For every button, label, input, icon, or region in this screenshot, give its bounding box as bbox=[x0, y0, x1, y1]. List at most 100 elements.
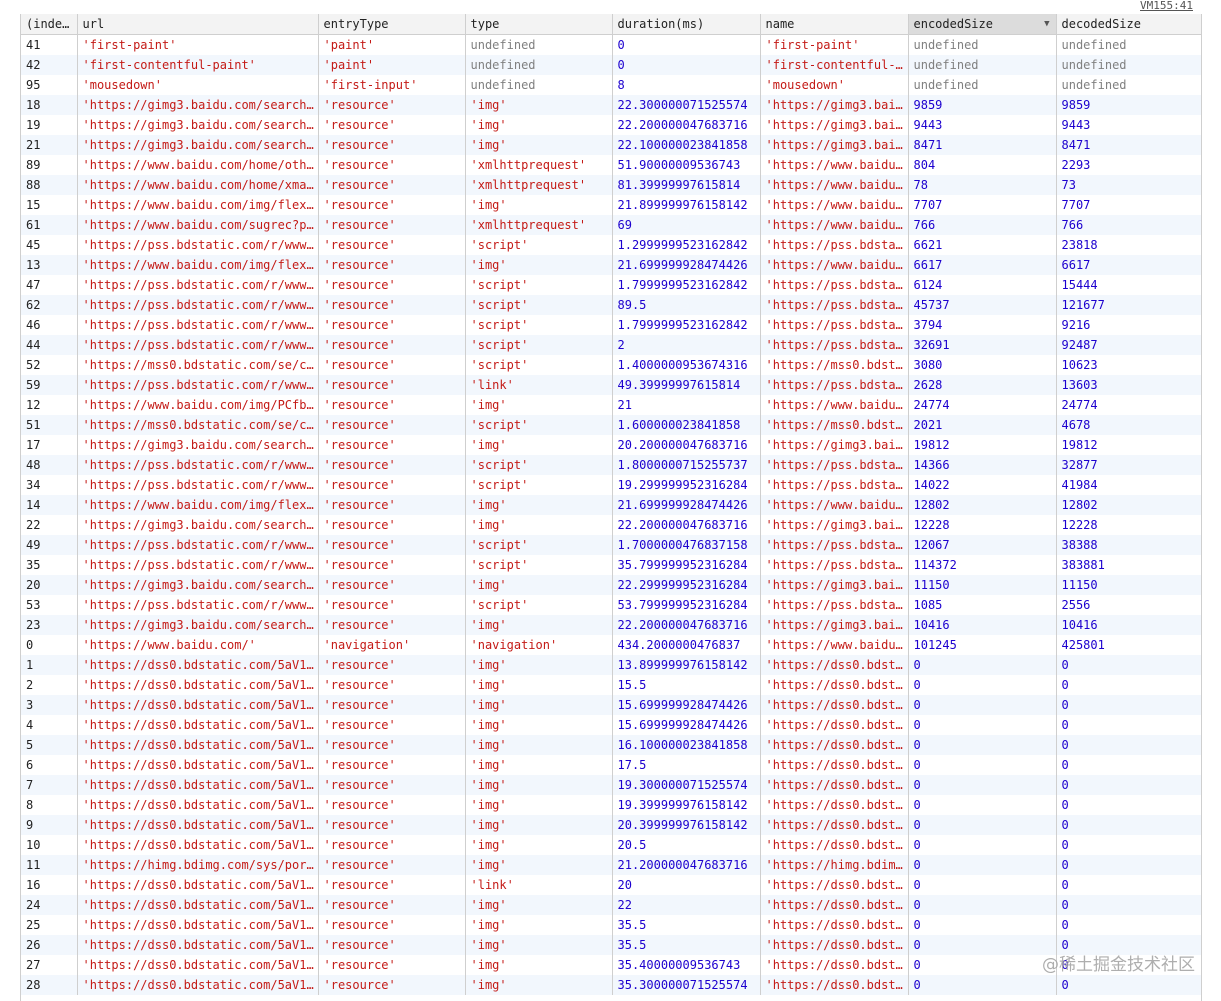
table-row[interactable]: 24'https://dss0.bdstatic.com/5aV1…'resou… bbox=[21, 895, 1201, 915]
cell-url: 'https://www.baidu.com/img/flex… bbox=[77, 255, 319, 275]
cell-index: 46 bbox=[21, 315, 78, 335]
cell-encodedsize: 101245 bbox=[908, 635, 1057, 655]
source-link[interactable]: VM155:41 bbox=[1140, 0, 1193, 12]
table-row[interactable]: 49'https://pss.bdstatic.com/r/www…'resou… bbox=[21, 535, 1201, 555]
table-row[interactable]: 89'https://www.baidu.com/home/oth…'resou… bbox=[21, 155, 1201, 175]
column-header-decodedsize[interactable]: decodedSize bbox=[1056, 14, 1201, 35]
table-row[interactable]: 46'https://pss.bdstatic.com/r/www…'resou… bbox=[21, 315, 1201, 335]
table-row[interactable]: 88'https://www.baidu.com/home/xma…'resou… bbox=[21, 175, 1201, 195]
cell-duration: 35.5 bbox=[612, 915, 761, 935]
cell-type: 'link' bbox=[465, 875, 613, 895]
cell-type: 'script' bbox=[465, 455, 613, 475]
cell-url: 'https://pss.bdstatic.com/r/www… bbox=[77, 275, 319, 295]
column-header-entrytype[interactable]: entryType bbox=[318, 14, 466, 35]
table-row[interactable]: 23'https://gimg3.baidu.com/search…'resou… bbox=[21, 615, 1201, 635]
table-row[interactable]: 22'https://gimg3.baidu.com/search…'resou… bbox=[21, 515, 1201, 535]
cell-entrytype: 'resource' bbox=[318, 675, 466, 695]
table-row[interactable]: 45'https://pss.bdstatic.com/r/www…'resou… bbox=[21, 235, 1201, 255]
cell-encodedsize: 0 bbox=[908, 755, 1057, 775]
cell-name: 'https://gimg3.bai… bbox=[760, 95, 909, 115]
cell-type: 'script' bbox=[465, 335, 613, 355]
cell-entrytype: 'resource' bbox=[318, 695, 466, 715]
cell-entrytype: 'navigation' bbox=[318, 635, 466, 655]
column-header-name[interactable]: name bbox=[760, 14, 909, 35]
table-row[interactable]: 14'https://www.baidu.com/img/flex…'resou… bbox=[21, 495, 1201, 515]
cell-name: 'https://dss0.bdst… bbox=[760, 875, 909, 895]
table-row[interactable]: 10'https://dss0.bdstatic.com/5aV1…'resou… bbox=[21, 835, 1201, 855]
table-row[interactable]: 42'first-contentful-paint''paint' undefin… bbox=[21, 55, 1201, 75]
cell-name: 'https://dss0.bdst… bbox=[760, 735, 909, 755]
table-row[interactable]: 59'https://pss.bdstatic.com/r/www…'resou… bbox=[21, 375, 1201, 395]
cell-entrytype: 'resource' bbox=[318, 915, 466, 935]
column-header-duration[interactable]: duration(ms) bbox=[612, 14, 761, 35]
cell-decodedsize: 13603 bbox=[1056, 375, 1201, 395]
table-row[interactable]: 44'https://pss.bdstatic.com/r/www…'resou… bbox=[21, 335, 1201, 355]
table-row[interactable]: 41'first-paint''paint' undefined 0'first-p… bbox=[21, 34, 1201, 55]
table-row[interactable]: 51'https://mss0.bdstatic.com/se/c…'resou… bbox=[21, 415, 1201, 435]
table-row[interactable]: 48'https://pss.bdstatic.com/r/www…'resou… bbox=[21, 455, 1201, 475]
table-row[interactable]: 8'https://dss0.bdstatic.com/5aV1…'resour… bbox=[21, 795, 1201, 815]
cell-type: 'img' bbox=[465, 195, 613, 215]
table-row[interactable]: 6'https://dss0.bdstatic.com/5aV1…'resour… bbox=[21, 755, 1201, 775]
table-row[interactable]: 52'https://mss0.bdstatic.com/se/c…'resou… bbox=[21, 355, 1201, 375]
cell-name: 'https://dss0.bdst… bbox=[760, 815, 909, 835]
table-row[interactable]: 13'https://www.baidu.com/img/flex…'resou… bbox=[21, 255, 1201, 275]
table-row[interactable]: 4'https://dss0.bdstatic.com/5aV1…'resour… bbox=[21, 715, 1201, 735]
table-row[interactable]: 34'https://pss.bdstatic.com/r/www…'resou… bbox=[21, 475, 1201, 495]
cell-entrytype: 'resource' bbox=[318, 535, 466, 555]
cell-entrytype: 'resource' bbox=[318, 455, 466, 475]
table-row[interactable]: 9'https://dss0.bdstatic.com/5aV1…'resour… bbox=[21, 815, 1201, 835]
table-row[interactable]: 62'https://pss.bdstatic.com/r/www…'resou… bbox=[21, 295, 1201, 315]
table-row[interactable]: 20'https://gimg3.baidu.com/search…'resou… bbox=[21, 575, 1201, 595]
table-row[interactable]: 2'https://dss0.bdstatic.com/5aV1…'resour… bbox=[21, 675, 1201, 695]
cell-url: 'https://gimg3.baidu.com/search… bbox=[77, 95, 319, 115]
cell-name: 'https://www.baidu… bbox=[760, 215, 909, 235]
table-row[interactable]: 47'https://pss.bdstatic.com/r/www…'resou… bbox=[21, 275, 1201, 295]
cell-entrytype: 'paint' bbox=[318, 55, 466, 75]
table-row[interactable]: 3'https://dss0.bdstatic.com/5aV1…'resour… bbox=[21, 695, 1201, 715]
cell-encodedsize: 9859 bbox=[908, 95, 1057, 115]
table-row[interactable]: 15'https://www.baidu.com/img/flex…'resou… bbox=[21, 195, 1201, 215]
cell-url: 'https://gimg3.baidu.com/search… bbox=[77, 615, 319, 635]
cell-duration: 21.899999976158142 bbox=[612, 195, 761, 215]
column-header-type[interactable]: type bbox=[465, 14, 613, 35]
cell-decodedsize: 0 bbox=[1056, 675, 1201, 695]
table-row[interactable]: 17'https://gimg3.baidu.com/search…'resou… bbox=[21, 435, 1201, 455]
table-row[interactable]: 0'https://www.baidu.com/''navigation''na… bbox=[21, 635, 1201, 655]
table-row[interactable]: 27'https://dss0.bdstatic.com/5aV1…'resou… bbox=[21, 955, 1201, 975]
table-row[interactable]: 1'https://dss0.bdstatic.com/5aV1…'resour… bbox=[21, 655, 1201, 675]
cell-encodedsize: 0 bbox=[908, 815, 1057, 835]
table-row[interactable]: 28'https://dss0.bdstatic.com/5aV1…'resou… bbox=[21, 975, 1201, 995]
column-header-encodedsize[interactable]: encodedSize ▼ bbox=[908, 14, 1057, 35]
table-row[interactable]: 95'mousedown''first-input' undefined 8'mou… bbox=[21, 75, 1201, 95]
cell-encodedsize: 12228 bbox=[908, 515, 1057, 535]
column-header-index[interactable]: (inde… bbox=[21, 14, 78, 35]
table-row[interactable]: 7'https://dss0.bdstatic.com/5aV1…'resour… bbox=[21, 775, 1201, 795]
cell-type: 'img' bbox=[465, 715, 613, 735]
table-row[interactable]: 35'https://pss.bdstatic.com/r/www…'resou… bbox=[21, 555, 1201, 575]
table-row[interactable]: 21'https://gimg3.baidu.com/search…'resou… bbox=[21, 135, 1201, 155]
cell-url: 'https://www.baidu.com/home/oth… bbox=[77, 155, 319, 175]
table-row[interactable]: 5'https://dss0.bdstatic.com/5aV1…'resour… bbox=[21, 735, 1201, 755]
table-row[interactable]: 53'https://pss.bdstatic.com/r/www…'resou… bbox=[21, 595, 1201, 615]
cell-encodedsize: 0 bbox=[908, 955, 1057, 975]
table-row[interactable]: 12'https://www.baidu.com/img/PCfb…'resou… bbox=[21, 395, 1201, 415]
cell-duration: 1.7000000476837158 bbox=[612, 535, 761, 555]
cell-encodedsize: 3080 bbox=[908, 355, 1057, 375]
cell-url: 'https://dss0.bdstatic.com/5aV1… bbox=[77, 875, 319, 895]
cell-duration: 15.699999928474426 bbox=[612, 695, 761, 715]
table-row[interactable]: 18'https://gimg3.baidu.com/search…'resou… bbox=[21, 95, 1201, 115]
table-row[interactable]: 26'https://dss0.bdstatic.com/5aV1…'resou… bbox=[21, 935, 1201, 955]
cell-encodedsize: 6621 bbox=[908, 235, 1057, 255]
table-row[interactable]: 25'https://dss0.bdstatic.com/5aV1…'resou… bbox=[21, 915, 1201, 935]
table-row[interactable]: 61'https://www.baidu.com/sugrec?p…'resou… bbox=[21, 215, 1201, 235]
cell-type: 'img' bbox=[465, 955, 613, 975]
table-row[interactable]: 16'https://dss0.bdstatic.com/5aV1…'resou… bbox=[21, 875, 1201, 895]
column-header-url[interactable]: url bbox=[77, 14, 319, 35]
table-row[interactable]: 11'https://himg.bdimg.com/sys/por…'resou… bbox=[21, 855, 1201, 875]
table-row[interactable]: 19'https://gimg3.baidu.com/search…'resou… bbox=[21, 115, 1201, 135]
cell-duration: 69 bbox=[612, 215, 761, 235]
cell-index: 52 bbox=[21, 355, 78, 375]
cell-entrytype: 'resource' bbox=[318, 215, 466, 235]
cell-duration: 22.300000071525574 bbox=[612, 95, 761, 115]
